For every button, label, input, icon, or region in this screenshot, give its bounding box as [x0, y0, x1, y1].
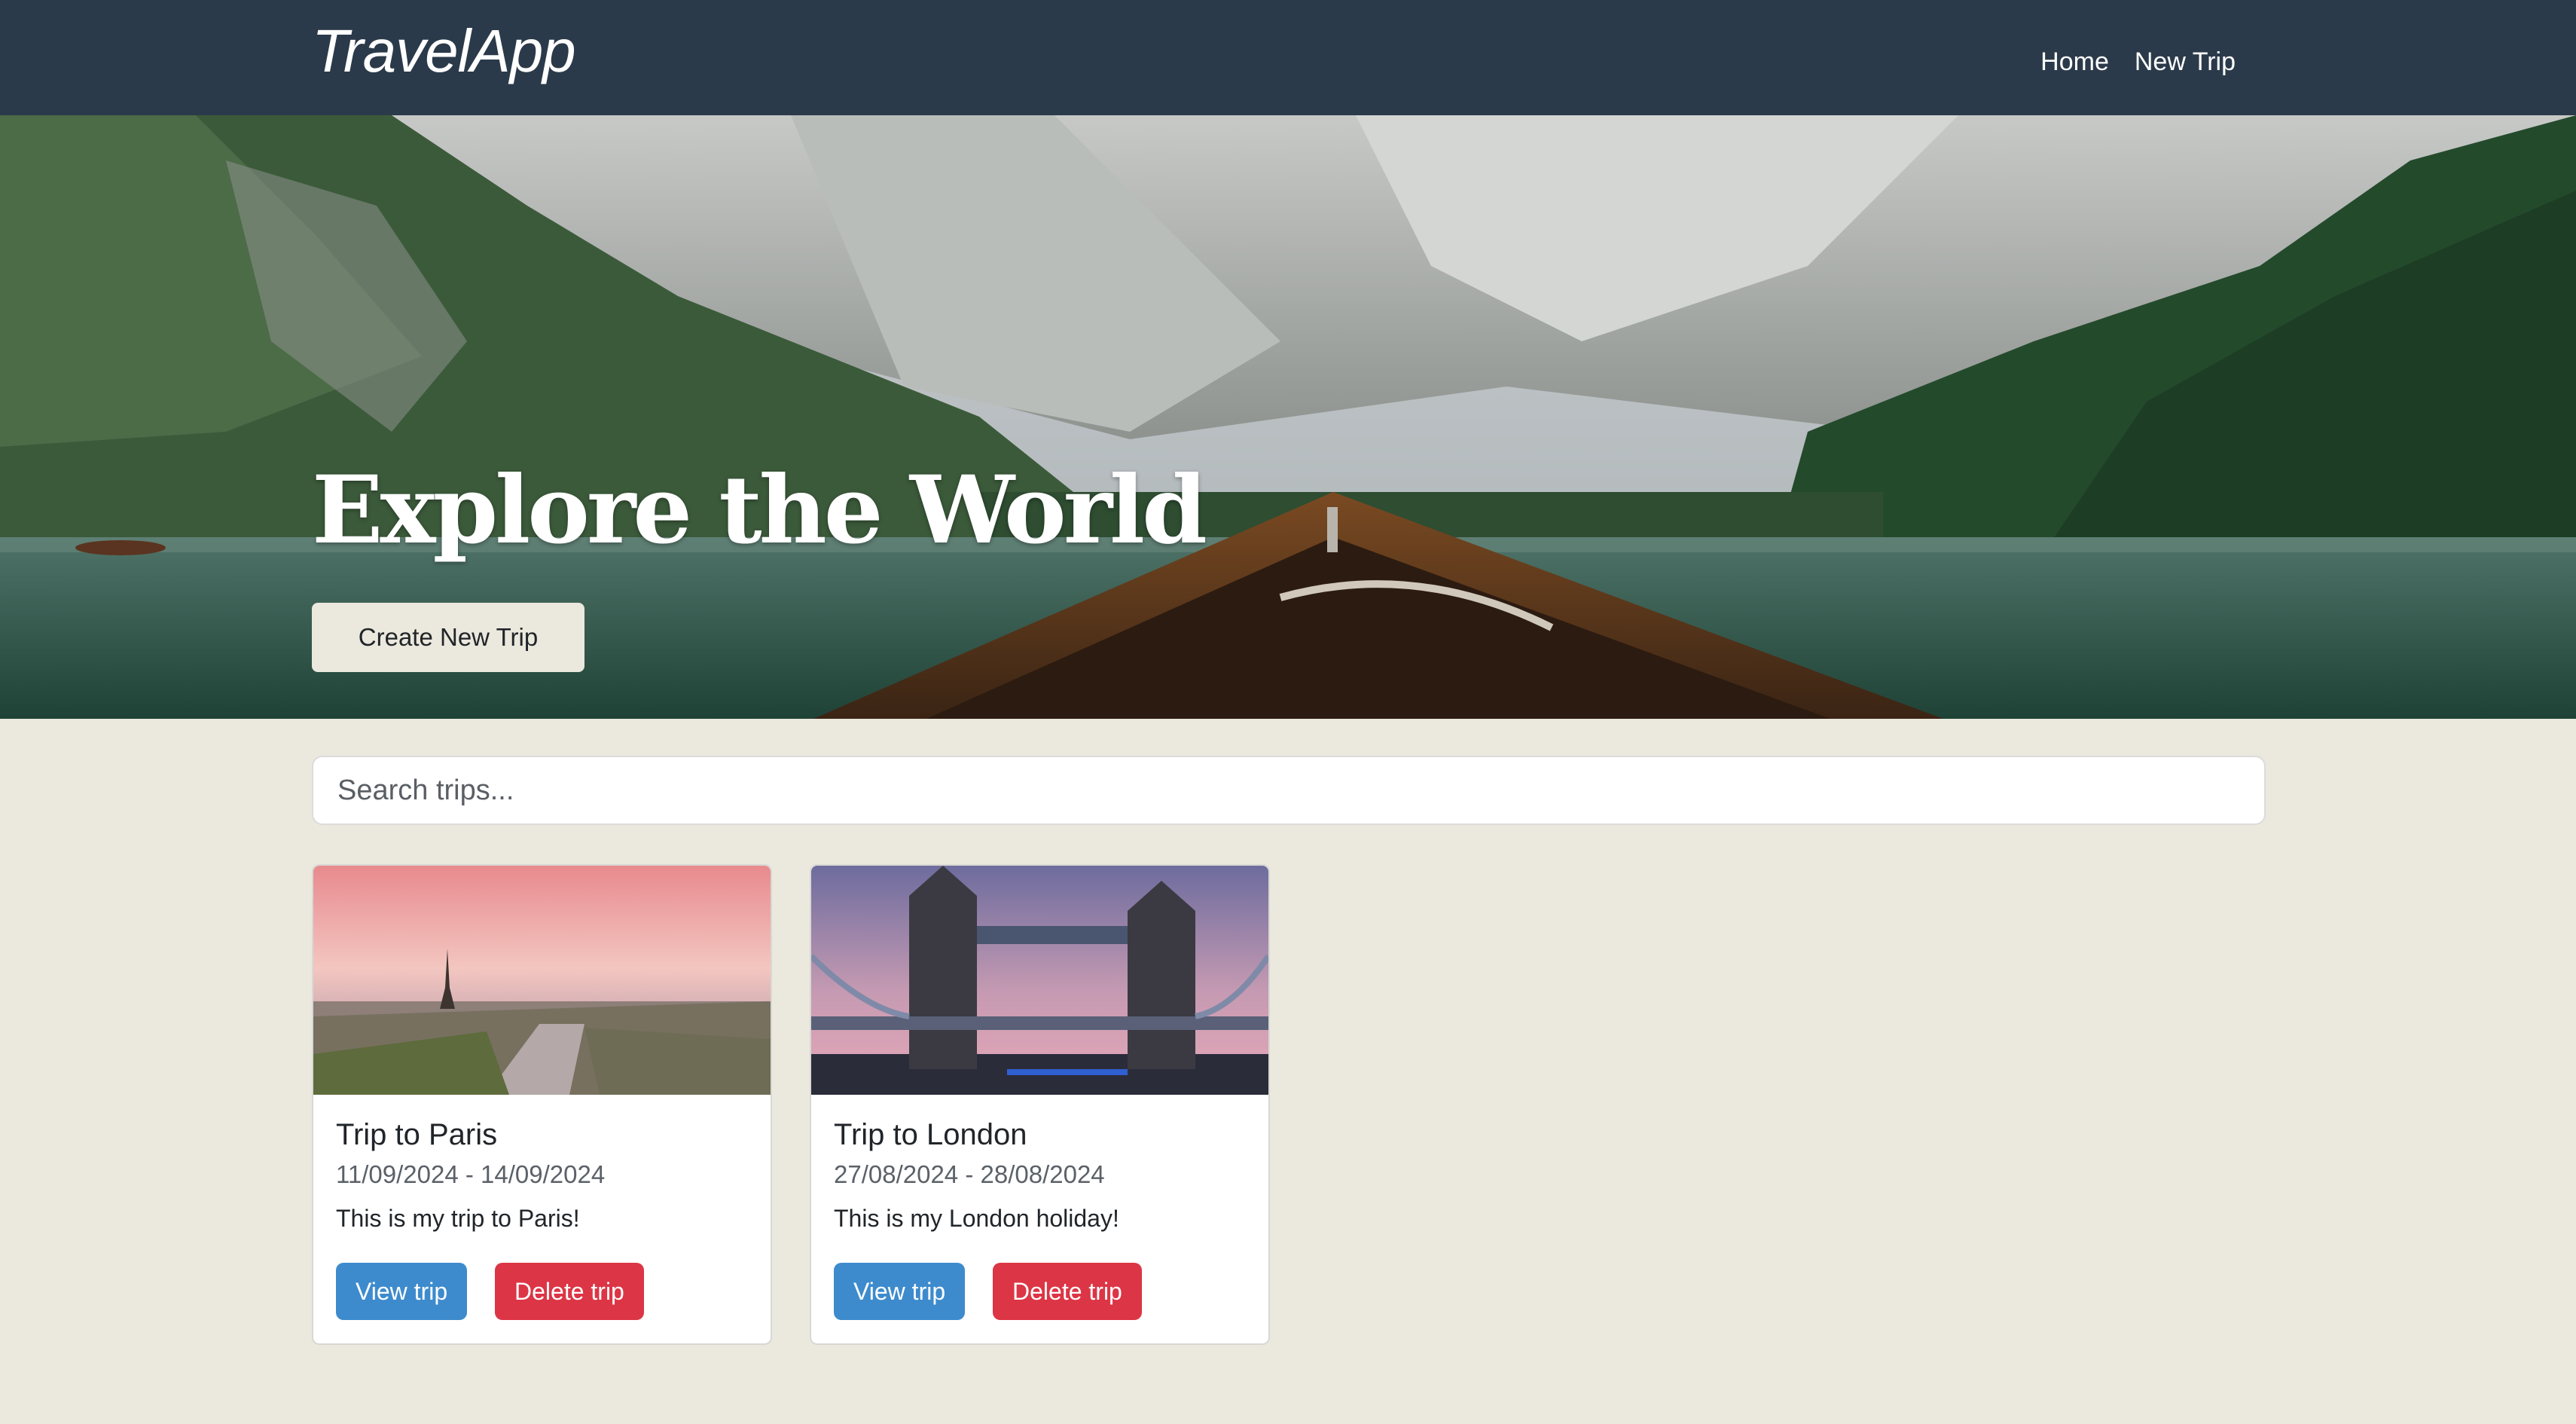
navbar: TravelApp Home New Trip: [0, 0, 2576, 115]
trip-card-london: Trip to London 27/08/2024 - 28/08/2024 T…: [810, 864, 1270, 1345]
hero-title: Explore the World: [312, 456, 1207, 565]
create-new-trip-button[interactable]: Create New Trip: [312, 603, 584, 672]
london-trip-image: [811, 866, 1268, 1095]
search-input[interactable]: [312, 756, 2266, 825]
nav-link-home[interactable]: Home: [2040, 42, 2109, 81]
nav-links: Home New Trip: [2040, 42, 2236, 81]
paris-trip-image: [313, 866, 771, 1095]
delete-trip-button[interactable]: Delete trip: [993, 1263, 1142, 1320]
brand-logo[interactable]: TravelApp: [312, 14, 576, 89]
trip-description: This is my London holiday!: [834, 1205, 1119, 1232]
trip-title: Trip to Paris: [336, 1118, 498, 1151]
view-trip-button[interactable]: View trip: [336, 1263, 468, 1320]
nav-link-new-trip[interactable]: New Trip: [2135, 42, 2236, 81]
trip-dates: 11/09/2024 - 14/09/2024: [336, 1160, 606, 1188]
trip-dates: 27/08/2024 - 28/08/2024: [834, 1160, 1105, 1188]
hero-banner: Explore the World Create New Trip: [0, 115, 2576, 719]
trip-card-paris: Trip to Paris 11/09/2024 - 14/09/2024 Th…: [312, 864, 772, 1345]
trip-description: This is my trip to Paris!: [336, 1205, 580, 1232]
view-trip-button[interactable]: View trip: [834, 1263, 966, 1320]
delete-trip-button[interactable]: Delete trip: [495, 1263, 644, 1320]
trip-title: Trip to London: [834, 1118, 1027, 1151]
